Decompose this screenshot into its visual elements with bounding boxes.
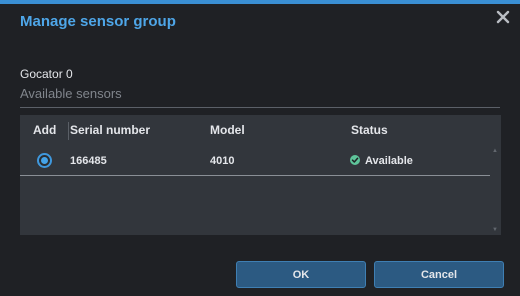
- scroll-down-arrow-icon[interactable]: ▼: [492, 227, 498, 233]
- status-cell: Available: [365, 155, 413, 167]
- serial-number-cell: 166485: [70, 155, 107, 167]
- sensors-table: Add Serial number Model Status 166485 40…: [20, 115, 501, 235]
- cancel-button[interactable]: Cancel: [374, 261, 504, 288]
- close-icon: [496, 10, 510, 24]
- sensor-group-name: Gocator 0: [20, 67, 73, 81]
- column-divider[interactable]: [68, 122, 69, 140]
- available-sensors-label: Available sensors: [20, 86, 122, 101]
- column-header-add[interactable]: Add: [33, 123, 56, 137]
- check-circle-icon: [350, 155, 360, 165]
- column-header-status[interactable]: Status: [351, 123, 388, 137]
- add-sensor-radio[interactable]: [37, 153, 52, 168]
- table-row[interactable]: 166485 4010 Available: [20, 145, 490, 176]
- column-header-serial-number[interactable]: Serial number: [70, 123, 150, 137]
- scroll-up-arrow-icon[interactable]: ▲: [492, 148, 498, 154]
- ok-button[interactable]: OK: [236, 261, 366, 288]
- section-divider: [20, 107, 500, 108]
- manage-sensor-group-dialog: Manage sensor group Gocator 0 Available …: [0, 0, 520, 296]
- close-button[interactable]: [496, 10, 510, 24]
- dialog-title: Manage sensor group: [20, 13, 176, 30]
- column-header-model[interactable]: Model: [210, 123, 245, 137]
- model-cell: 4010: [210, 155, 235, 167]
